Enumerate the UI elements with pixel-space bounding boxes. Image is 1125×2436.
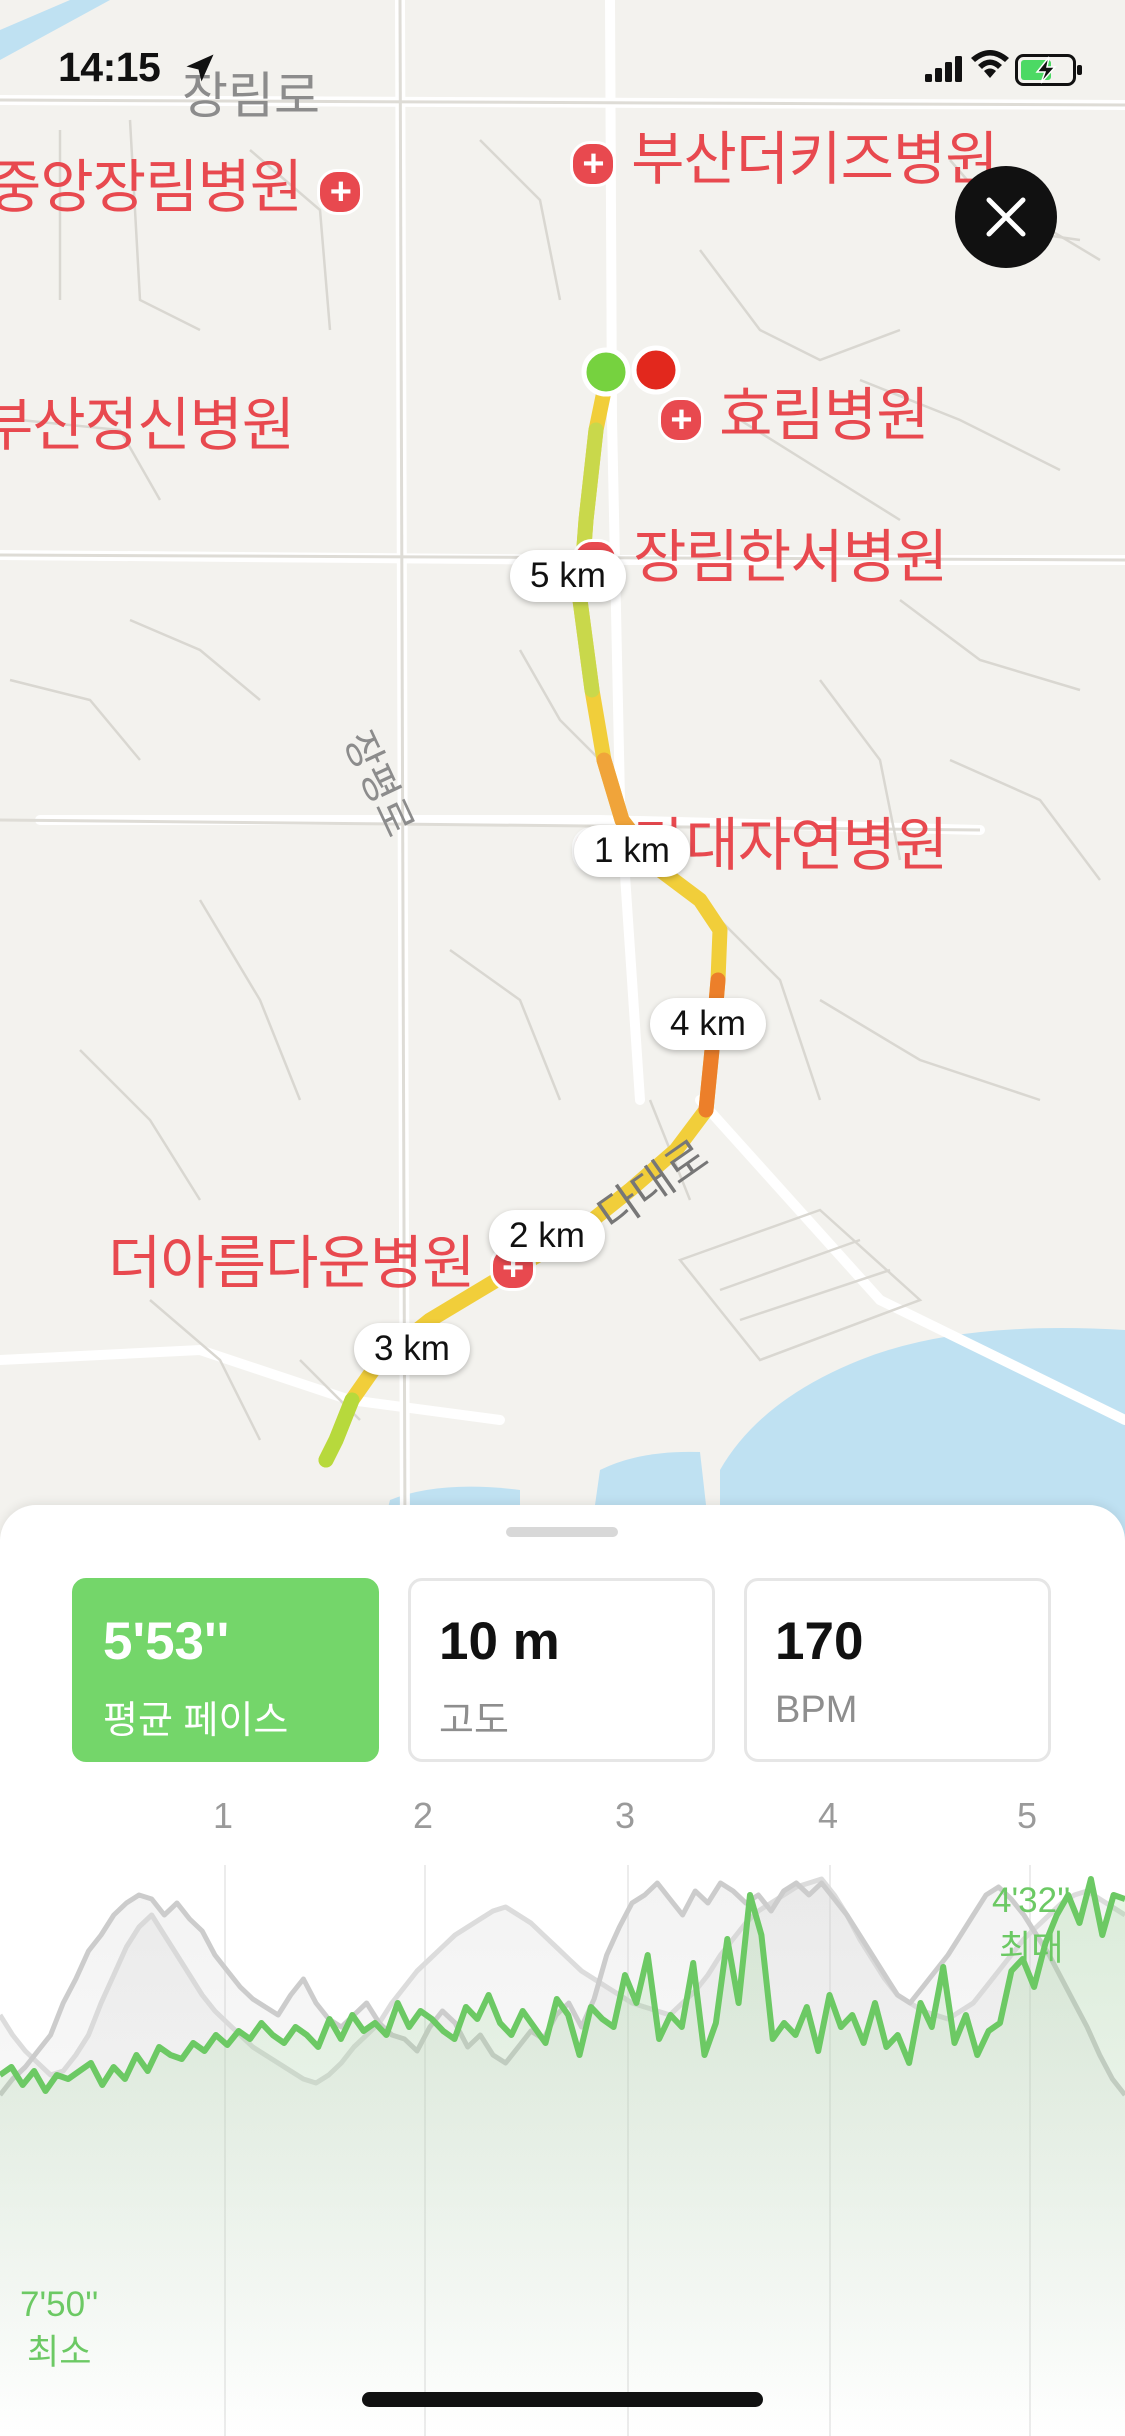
stat-card-pace[interactable]: 5'53'' 평균 페이스 [72,1578,379,1762]
poi-hospital[interactable]: 부산정신병원 [0,378,295,462]
max-pace-value: 4'32'' [992,1881,1071,1920]
status-bar: 14:15 [0,0,1125,132]
poi-label: 부산정신병원 [0,393,295,458]
poi-label: 부산더키즈병원 [631,127,999,192]
pace-chart[interactable] [0,1865,1125,2436]
stat-label: 고도 [439,1700,509,1742]
hospital-icon: + [658,396,704,443]
x-tick-label: 4 [818,1795,839,1836]
close-icon [986,197,1026,237]
km-marker: 5 km [510,550,626,602]
stat-card-heart-rate[interactable]: 170 BPM [744,1578,1051,1762]
poi-hospital[interactable]: 더아름다운병원 + [108,1216,536,1300]
poi-hospital[interactable]: + 장림한서병원 [572,510,948,594]
wifi-icon [971,50,1009,78]
poi-label: 장림한서병원 [633,525,948,590]
stat-card-elevation[interactable]: 10 m 고도 [408,1578,715,1762]
location-arrow-icon [186,54,214,82]
poi-label: 효림병원 [719,383,929,448]
cellular-signal-icon [925,56,962,82]
x-tick-label: 2 [413,1795,434,1836]
km-marker: 4 km [650,998,766,1050]
min-pace-value: 7'50'' [20,2285,99,2324]
stat-label: 평균 페이스 [103,1700,289,1742]
close-button[interactable] [955,166,1057,268]
stat-value: 10 m [439,1612,560,1671]
x-tick-label: 5 [1017,1795,1038,1836]
km-marker: 1 km [574,825,690,877]
x-tick-label: 1 [213,1795,234,1836]
hospital-icon: + [570,140,616,187]
km-marker: 3 km [354,1323,470,1375]
max-pace-label: 4'32'' 최대 [992,1877,1070,1973]
home-indicator[interactable] [362,2392,763,2407]
x-tick-label: 3 [615,1795,636,1836]
status-time: 14:15 [58,44,161,90]
poi-hospital[interactable]: 중앙장림병원 + [0,140,364,224]
poi-hospital[interactable]: + 효림병원 [658,368,930,452]
stat-value: 5'53'' [103,1612,230,1671]
min-pace-label: 7'50'' 최소 [20,2281,98,2377]
km-marker: 2 km [489,1210,605,1262]
poi-label: 중앙장림병원 [0,155,303,220]
sheet-grabber[interactable] [506,1527,618,1537]
stats-sheet[interactable]: 5'53'' 평균 페이스 10 m 고도 170 BPM 1 2 3 4 5 … [0,1505,1125,2436]
hospital-icon: + [317,168,364,215]
max-pace-caption: 최대 [999,1929,1064,1968]
min-pace-caption: 최소 [27,2333,92,2372]
poi-label: 더아름다운병원 [108,1231,476,1296]
stat-value: 170 [775,1612,864,1671]
stat-label: BPM [775,1689,858,1731]
battery-charging-icon [1015,54,1082,86]
